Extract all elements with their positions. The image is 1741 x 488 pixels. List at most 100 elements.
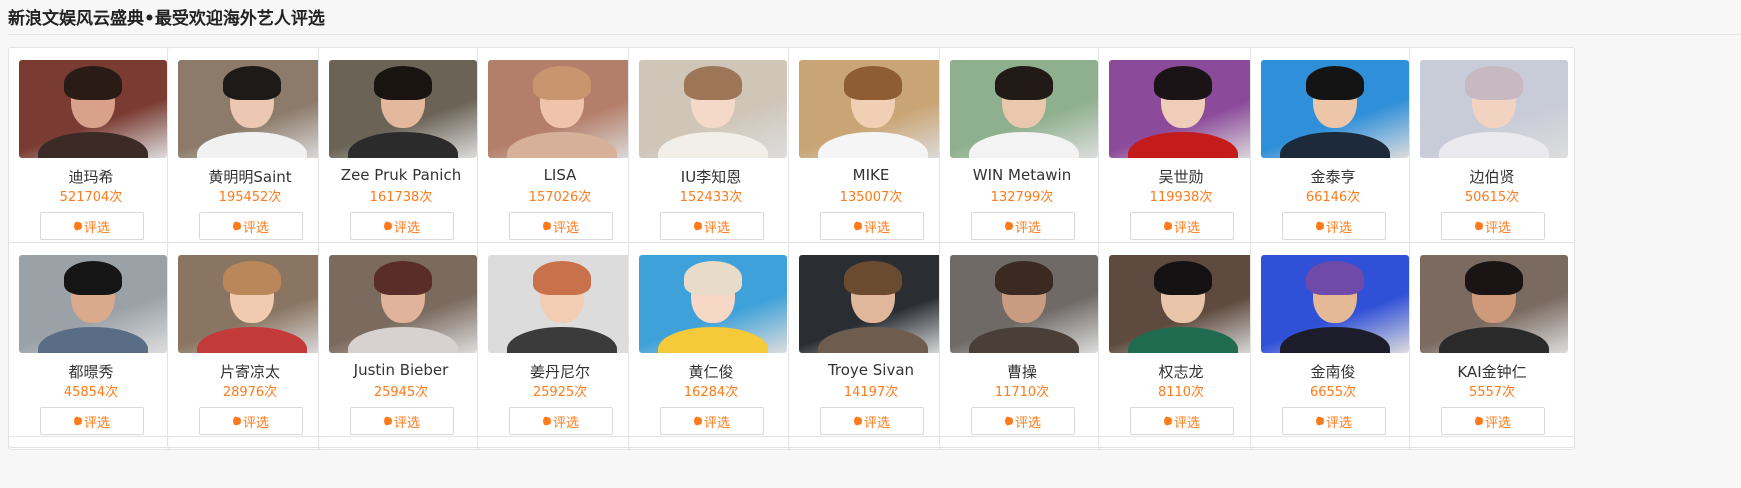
photo-clothing bbox=[818, 327, 928, 353]
artist-card: 金南俊 6655次 评选 bbox=[1250, 242, 1416, 450]
artist-name: MIKE bbox=[852, 166, 890, 184]
vote-button[interactable]: 评选 bbox=[199, 407, 303, 435]
artist-name: IU李知恩 bbox=[680, 168, 742, 186]
vote-button[interactable]: 评选 bbox=[820, 212, 924, 240]
artist-card: Troye Sivan 14197次 评选 bbox=[788, 242, 954, 450]
vote-button-label: 评选 bbox=[863, 220, 890, 236]
photo-hair bbox=[1154, 66, 1212, 100]
artist-photo[interactable] bbox=[1109, 255, 1257, 353]
vote-button[interactable]: 评选 bbox=[509, 212, 613, 240]
vote-button-label: 评选 bbox=[552, 220, 579, 236]
artist-card: Justin Bieber 25945次 评选 bbox=[318, 242, 484, 450]
vote-count: 28976次 bbox=[222, 385, 278, 400]
artist-photo[interactable] bbox=[1261, 255, 1409, 353]
vote-button-label: 评选 bbox=[393, 220, 420, 236]
vote-button-label: 评选 bbox=[242, 220, 269, 236]
artist-photo[interactable] bbox=[950, 60, 1098, 158]
photo-hair bbox=[533, 261, 591, 295]
vote-count: 66146次 bbox=[1305, 190, 1361, 205]
vote-button[interactable]: 评选 bbox=[350, 407, 454, 435]
artist-photo[interactable] bbox=[19, 255, 167, 353]
artist-name: 金南俊 bbox=[1310, 363, 1356, 381]
vote-icon bbox=[383, 416, 392, 426]
vote-button[interactable]: 评选 bbox=[971, 407, 1075, 435]
artist-photo[interactable] bbox=[1420, 255, 1568, 353]
artist-card: MIKE 135007次 评选 bbox=[788, 47, 954, 255]
photo-clothing bbox=[197, 327, 307, 353]
vote-button[interactable]: 评选 bbox=[1130, 407, 1234, 435]
artist-photo[interactable] bbox=[639, 60, 787, 158]
vote-button[interactable]: 评选 bbox=[1282, 407, 1386, 435]
artist-photo[interactable] bbox=[178, 60, 326, 158]
artist-photo[interactable] bbox=[329, 60, 477, 158]
vote-button[interactable]: 评选 bbox=[1441, 407, 1545, 435]
photo-hair bbox=[64, 66, 122, 100]
artist-card-partial bbox=[167, 436, 333, 448]
artist-photo[interactable] bbox=[799, 255, 947, 353]
artist-photo[interactable] bbox=[799, 60, 947, 158]
artist-photo[interactable] bbox=[19, 60, 167, 158]
photo-hair bbox=[1154, 261, 1212, 295]
vote-count: 521704次 bbox=[59, 190, 123, 205]
artist-photo[interactable] bbox=[488, 60, 636, 158]
vote-count: 132799次 bbox=[990, 190, 1054, 205]
artist-photo[interactable] bbox=[639, 255, 787, 353]
artist-name: 权志龙 bbox=[1158, 363, 1204, 381]
vote-button[interactable]: 评选 bbox=[350, 212, 454, 240]
vote-icon bbox=[383, 221, 392, 231]
vote-icon bbox=[853, 416, 862, 426]
artist-name: 黄明明Saint bbox=[208, 168, 292, 186]
vote-button-label: 评选 bbox=[703, 415, 730, 431]
artist-photo[interactable] bbox=[329, 255, 477, 353]
vote-button[interactable]: 评选 bbox=[1282, 212, 1386, 240]
artist-name: 曹操 bbox=[1006, 363, 1037, 381]
artist-card-partial bbox=[477, 436, 643, 448]
vote-button-label: 评选 bbox=[1014, 415, 1041, 431]
artist-photo[interactable] bbox=[1261, 60, 1409, 158]
artist-photo[interactable] bbox=[950, 255, 1098, 353]
artist-name: 黄仁俊 bbox=[688, 363, 734, 381]
vote-button-label: 评选 bbox=[83, 415, 110, 431]
vote-button[interactable]: 评选 bbox=[660, 212, 764, 240]
vote-button[interactable]: 评选 bbox=[820, 407, 924, 435]
artist-photo[interactable] bbox=[488, 255, 636, 353]
vote-button-label: 评选 bbox=[552, 415, 579, 431]
artist-name: Troye Sivan bbox=[827, 361, 915, 379]
artist-card: 权志龙 8110次 评选 bbox=[1098, 242, 1264, 450]
vote-button[interactable]: 评选 bbox=[509, 407, 613, 435]
vote-icon bbox=[1163, 221, 1172, 231]
photo-clothing bbox=[38, 132, 148, 158]
photo-clothing bbox=[197, 132, 307, 158]
artist-name: 姜丹尼尔 bbox=[529, 363, 590, 381]
vote-button[interactable]: 评选 bbox=[199, 212, 303, 240]
vote-button-label: 评选 bbox=[703, 220, 730, 236]
vote-button[interactable]: 评选 bbox=[971, 212, 1075, 240]
vote-button-label: 评选 bbox=[863, 415, 890, 431]
artist-name: Justin Bieber bbox=[353, 361, 449, 379]
vote-icon bbox=[1474, 221, 1483, 231]
photo-hair bbox=[995, 261, 1053, 295]
photo-hair bbox=[223, 261, 281, 295]
vote-icon bbox=[1315, 221, 1324, 231]
artist-card: 片寄凉太 28976次 评选 bbox=[167, 242, 333, 450]
vote-count: 50615次 bbox=[1464, 190, 1520, 205]
artist-photo[interactable] bbox=[178, 255, 326, 353]
artist-photo[interactable] bbox=[1109, 60, 1257, 158]
artist-card-partial bbox=[939, 436, 1105, 448]
vote-count: 25925次 bbox=[532, 385, 588, 400]
vote-button[interactable]: 评选 bbox=[660, 407, 764, 435]
vote-button[interactable]: 评选 bbox=[40, 407, 144, 435]
vote-button-label: 评选 bbox=[83, 220, 110, 236]
artist-name: 金泰亨 bbox=[1310, 168, 1356, 186]
artist-card: 黄仁俊 16284次 评选 bbox=[628, 242, 794, 450]
photo-hair bbox=[844, 261, 902, 295]
photo-clothing bbox=[1128, 132, 1238, 158]
vote-button[interactable]: 评选 bbox=[1130, 212, 1234, 240]
photo-hair bbox=[684, 66, 742, 100]
artist-card-partial bbox=[788, 436, 954, 448]
vote-button[interactable]: 评选 bbox=[1441, 212, 1545, 240]
vote-icon bbox=[73, 416, 82, 426]
artist-photo[interactable] bbox=[1420, 60, 1568, 158]
photo-clothing bbox=[507, 327, 617, 353]
vote-button[interactable]: 评选 bbox=[40, 212, 144, 240]
